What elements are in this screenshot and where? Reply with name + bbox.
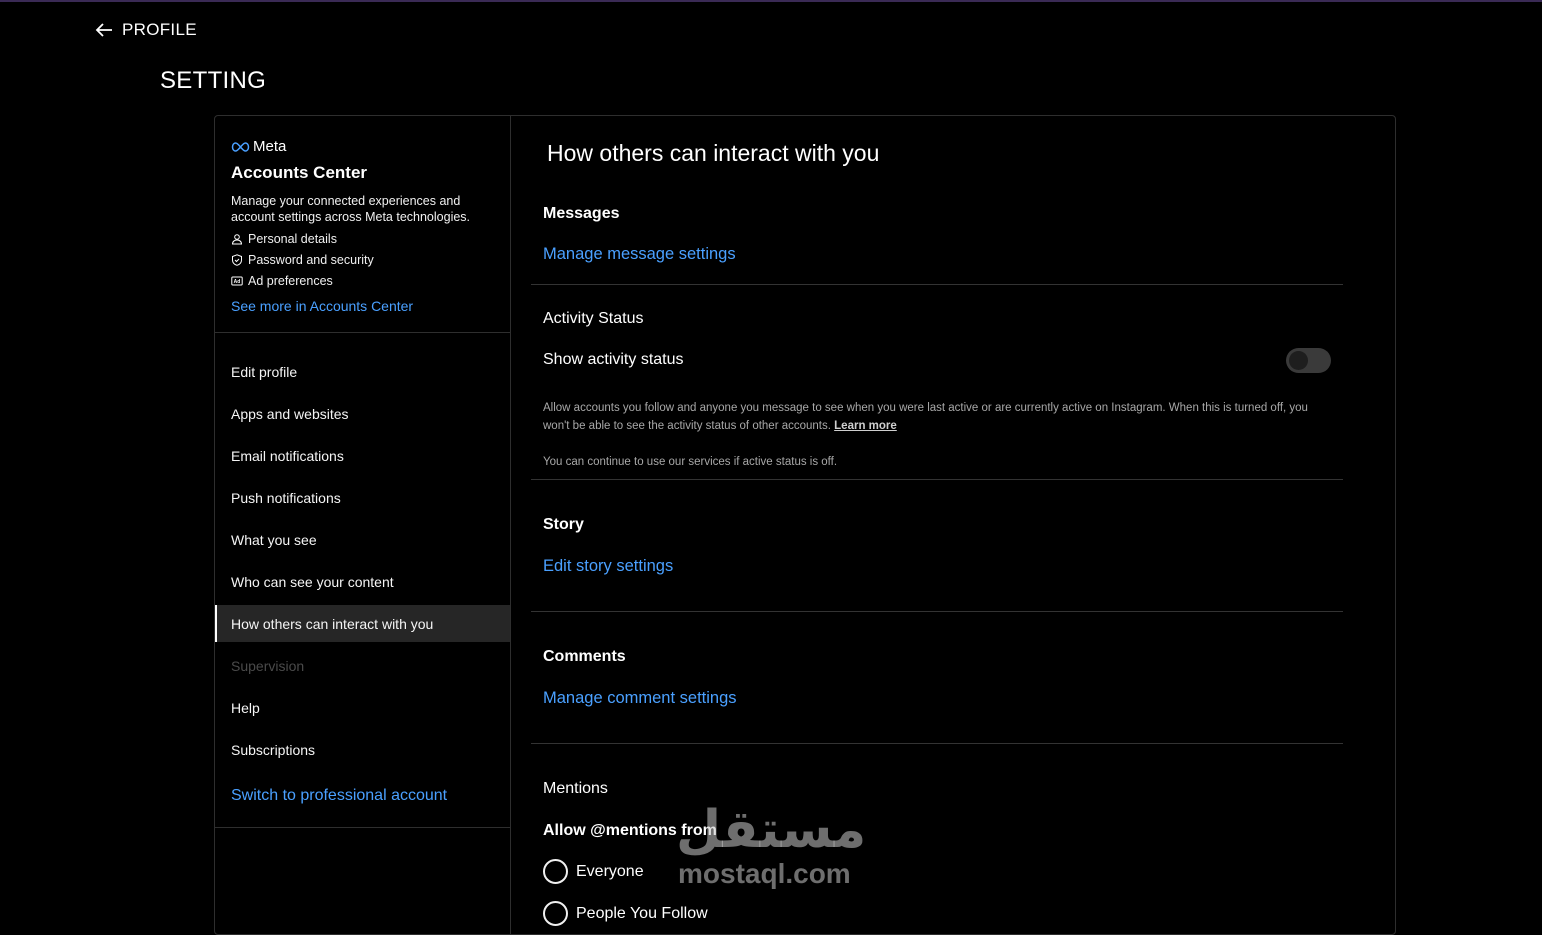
svg-text:Ad: Ad xyxy=(234,279,241,285)
person-icon xyxy=(231,234,243,245)
activity-status-section: Activity Status Show activity status All… xyxy=(531,285,1343,480)
mentions-heading: Mentions xyxy=(543,780,608,797)
nav-item-help[interactable]: Help xyxy=(215,687,510,729)
activity-status-description: Allow accounts you follow and anyone you… xyxy=(543,399,1333,435)
activity-status-heading: Activity Status xyxy=(543,310,644,327)
back-label: PROFILE xyxy=(122,20,197,39)
nav-item-what-you-see[interactable]: What you see xyxy=(215,519,510,561)
settings-nav: Edit profile Apps and websites Email not… xyxy=(215,333,510,828)
activity-status-note: You can continue to use our services if … xyxy=(543,456,838,468)
nav-item-who-can-see-content[interactable]: Who can see your content xyxy=(215,561,510,603)
accounts-center-description: Manage your connected experiences and ac… xyxy=(231,194,471,224)
toggle-knob xyxy=(1289,351,1308,370)
ad-preferences-label: Ad preferences xyxy=(248,274,333,288)
edit-story-settings-link[interactable]: Edit story settings xyxy=(543,557,673,576)
accounts-center-card: Meta Accounts Center Manage your connect… xyxy=(215,116,510,333)
mentions-people-you-follow-radio[interactable] xyxy=(543,901,568,926)
meta-infinity-icon xyxy=(231,141,250,152)
messages-heading: Messages xyxy=(543,205,620,222)
nav-item-edit-profile[interactable]: Edit profile xyxy=(215,351,510,393)
back-to-profile-button[interactable]: PROFILE xyxy=(94,20,197,40)
page-title: SETTING xyxy=(160,67,267,94)
nav-item-push-notifications[interactable]: Push notifications xyxy=(215,477,510,519)
accounts-center-title: Accounts Center xyxy=(231,163,368,182)
nav-divider xyxy=(215,827,510,828)
show-activity-status-label: Show activity status xyxy=(543,351,684,368)
nav-item-email-notifications[interactable]: Email notifications xyxy=(215,435,510,477)
personal-details-item[interactable]: Personal details xyxy=(231,232,494,246)
meta-logo: Meta xyxy=(231,138,494,155)
window-top-border xyxy=(0,0,1542,2)
ad-icon: Ad xyxy=(231,276,243,286)
learn-more-link[interactable]: Learn more xyxy=(834,420,897,432)
story-section: Story Edit story settings xyxy=(531,480,1343,612)
nav-item-supervision: Supervision xyxy=(231,658,305,674)
mentions-section: Mentions Allow @mentions from Everyone P… xyxy=(531,744,1343,934)
settings-sidebar: Meta Accounts Center Manage your connect… xyxy=(215,116,511,934)
nav-item-how-others-interact[interactable]: How others can interact with you xyxy=(215,605,510,642)
activity-description-text: Allow accounts you follow and anyone you… xyxy=(543,402,1308,432)
password-security-item[interactable]: Password and security xyxy=(231,253,494,267)
allow-mentions-heading: Allow @mentions from xyxy=(543,822,717,839)
comments-heading: Comments xyxy=(543,648,626,665)
manage-comment-settings-link[interactable]: Manage comment settings xyxy=(543,689,737,708)
meta-brand-text: Meta xyxy=(253,138,287,155)
story-heading: Story xyxy=(543,516,584,533)
arrow-left-icon xyxy=(95,23,112,37)
switch-professional-account-link[interactable]: Switch to professional account xyxy=(215,771,510,821)
comments-section: Comments Manage comment settings xyxy=(531,612,1343,744)
settings-content: How others can interact with you Message… xyxy=(511,116,1395,934)
mentions-people-you-follow-label: People You Follow xyxy=(576,905,708,922)
mentions-everyone-radio[interactable] xyxy=(543,859,568,884)
manage-message-settings-link[interactable]: Manage message settings xyxy=(543,245,736,264)
messages-section: Messages Manage message settings xyxy=(531,116,1343,285)
settings-panel: Meta Accounts Center Manage your connect… xyxy=(214,115,1396,935)
mentions-everyone-label: Everyone xyxy=(576,863,644,880)
activity-status-toggle[interactable] xyxy=(1286,348,1331,373)
nav-item-apps-websites[interactable]: Apps and websites xyxy=(215,393,510,435)
see-more-accounts-center-link[interactable]: See more in Accounts Center xyxy=(231,298,494,314)
nav-item-subscriptions[interactable]: Subscriptions xyxy=(215,729,510,771)
personal-details-label: Personal details xyxy=(248,232,337,246)
ad-preferences-item[interactable]: Ad Ad preferences xyxy=(231,274,494,288)
shield-icon xyxy=(232,254,242,266)
password-security-label: Password and security xyxy=(248,253,374,267)
